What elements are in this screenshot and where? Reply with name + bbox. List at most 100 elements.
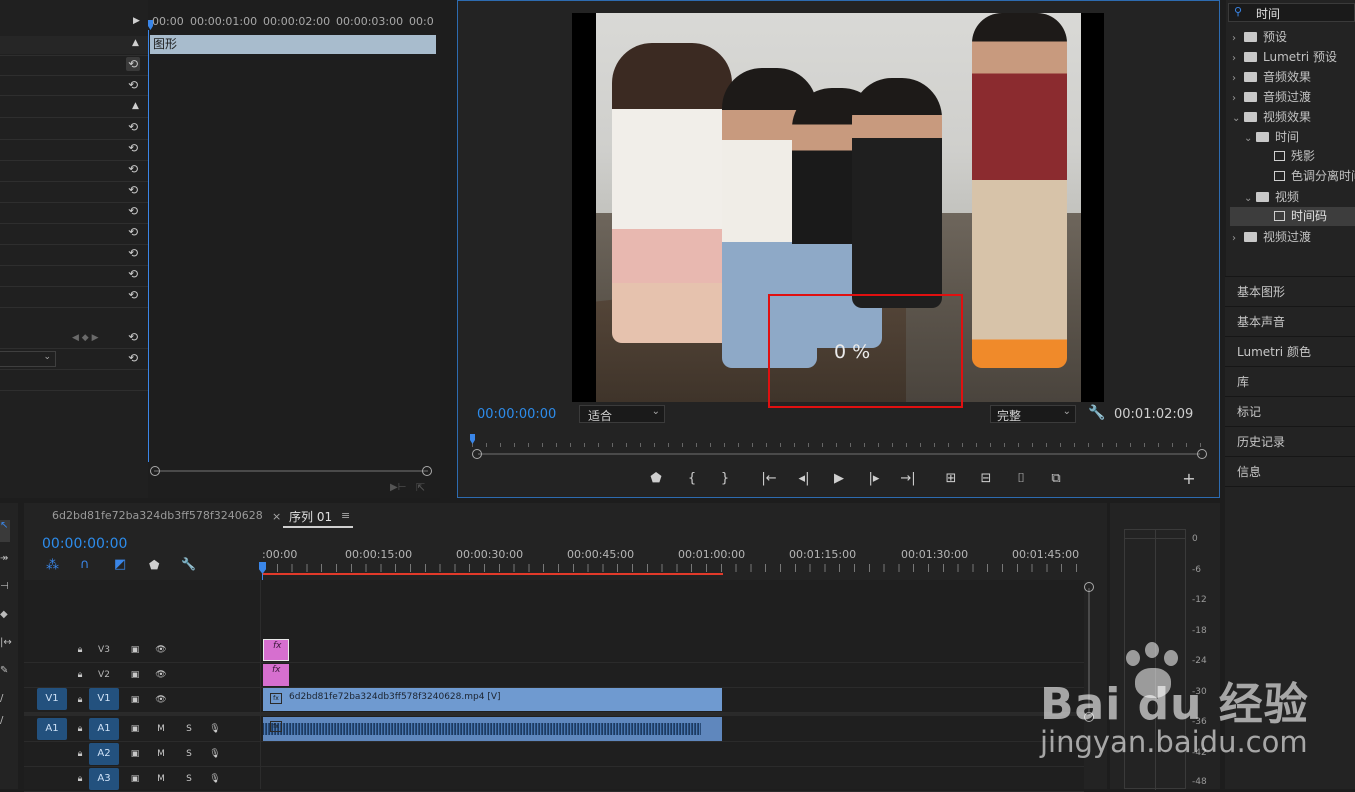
effects-search-field[interactable]: ⚲ 时间 xyxy=(1228,3,1355,22)
mark-in-icon[interactable]: { xyxy=(681,470,703,488)
track-v3[interactable]: 🔒︎ V3 ▣ 👁︎ xyxy=(24,638,1084,663)
tree-item-video[interactable]: ⌄ 视频 xyxy=(1244,187,1299,207)
reset-icon[interactable]: ⟲ xyxy=(126,162,140,176)
tree-item-posterize-time[interactable]: 色调分离时间 xyxy=(1274,166,1355,186)
step-back-icon[interactable]: ◂| xyxy=(793,470,815,488)
timeline-ruler-ticks[interactable] xyxy=(262,564,1082,572)
reset-icon[interactable]: ⟲ xyxy=(126,120,140,134)
lock-icon[interactable]: 🔒︎ xyxy=(74,638,86,662)
tree-item-timecode[interactable]: 时间码 xyxy=(1274,206,1327,226)
graphic-clip-bar[interactable]: 图形 xyxy=(150,35,436,54)
export-frame-icon[interactable]: ▶⊢ xyxy=(390,482,406,493)
reset-icon[interactable]: ⟲ xyxy=(126,141,140,155)
timeline-tab-sequence[interactable]: 序列 01 xyxy=(289,508,332,525)
share-icon[interactable]: ⇱ xyxy=(416,481,425,494)
track-target-a1[interactable]: A1 xyxy=(89,718,119,740)
quality-select[interactable]: 完整 ⌄ xyxy=(990,405,1076,423)
hand-tool-icon[interactable]: / xyxy=(0,693,3,704)
tree-item-time[interactable]: ⌄ 时间 xyxy=(1244,127,1299,147)
tree-item-echo[interactable]: 残影 xyxy=(1274,146,1315,166)
mute-button[interactable]: M xyxy=(154,717,168,741)
reset-icon[interactable]: ⟲ xyxy=(126,246,140,260)
collapse-arrow-icon[interactable]: ▲ xyxy=(132,38,139,48)
source-patch-v1[interactable]: V1 xyxy=(37,688,67,710)
extract-icon[interactable]: ⊟ xyxy=(975,470,997,488)
effect-group-header[interactable] xyxy=(0,36,148,54)
tree-item-video-transitions[interactable]: › 视频过渡 xyxy=(1232,227,1311,247)
tab-libraries[interactable]: 库 xyxy=(1225,366,1355,397)
eye-icon[interactable]: 👁︎ xyxy=(154,638,168,662)
collapse-arrow-icon[interactable]: ▲ xyxy=(132,101,139,111)
fit-select[interactable]: 适合 ⌄ xyxy=(579,405,665,423)
program-current-timecode[interactable]: 00:00:00:00 xyxy=(477,407,556,422)
lock-icon[interactable]: 🔒︎ xyxy=(74,663,86,687)
wrench-icon[interactable]: 🔧 xyxy=(181,557,196,571)
reset-icon[interactable]: ⟲ xyxy=(126,57,140,71)
add-button-icon[interactable]: + xyxy=(1178,470,1200,488)
sync-lock-icon[interactable]: ▣ xyxy=(128,767,142,791)
camera-icon[interactable]: ⌷ xyxy=(1010,470,1032,488)
wrench-icon[interactable]: 🔧 xyxy=(1088,405,1105,421)
tree-item-video-effects[interactable]: ⌄ 视频效果 xyxy=(1232,107,1311,127)
go-to-in-icon[interactable]: |← xyxy=(758,470,780,488)
sync-lock-icon[interactable]: ▣ xyxy=(128,717,142,741)
zoom-scrollbar[interactable] xyxy=(150,466,432,476)
reset-icon[interactable]: ⟲ xyxy=(126,204,140,218)
sync-lock-icon[interactable]: ▣ xyxy=(128,663,142,687)
video-clip-v1[interactable]: fx 6d2bd81fe72ba324db3ff578f3240628.mp4 … xyxy=(263,688,722,711)
tree-item-audio-transitions[interactable]: › 音频过渡 xyxy=(1232,87,1311,107)
razor-tool-icon[interactable]: ◆ xyxy=(0,609,8,620)
track-target-a3[interactable]: A3 xyxy=(89,768,119,790)
track-target-a2[interactable]: A2 xyxy=(89,743,119,765)
reset-icon[interactable]: ⟲ xyxy=(126,183,140,197)
ripple-tool-icon[interactable]: ⊣ xyxy=(0,581,9,592)
tab-history[interactable]: 历史记录 xyxy=(1225,426,1355,457)
snap-icon[interactable]: ∩ xyxy=(80,557,90,572)
tab-essential-sound[interactable]: 基本声音 xyxy=(1225,306,1355,337)
comparison-view-icon[interactable]: ⧉ xyxy=(1045,470,1067,488)
sync-lock-icon[interactable]: ▣ xyxy=(128,742,142,766)
sync-lock-icon[interactable]: ▣ xyxy=(128,638,142,662)
track-select-tool-icon[interactable]: ↠ xyxy=(0,553,8,564)
reset-icon[interactable]: ⟲ xyxy=(126,351,140,365)
expand-arrow-icon[interactable]: ▶ xyxy=(133,16,140,26)
microphone-icon[interactable]: 🎙︎ xyxy=(208,767,222,791)
reset-icon[interactable]: ⟲ xyxy=(126,225,140,239)
track-a2[interactable]: 🔒︎ A2 ▣ M S 🎙︎ xyxy=(24,742,1084,767)
audio-clip-a1[interactable]: fx xyxy=(263,717,722,741)
tab-essential-graphics[interactable]: 基本图形 xyxy=(1225,276,1355,307)
step-forward-icon[interactable]: |▸ xyxy=(863,470,885,488)
close-icon[interactable]: × xyxy=(272,510,281,523)
reset-icon[interactable]: ⟲ xyxy=(126,288,140,302)
source-patch-a1[interactable]: A1 xyxy=(37,718,67,740)
effect-mini-timeline[interactable] xyxy=(148,0,440,498)
add-marker-icon[interactable]: ⬟ xyxy=(149,558,159,572)
selection-tool-icon[interactable]: ↖ xyxy=(0,520,10,542)
microphone-icon[interactable]: 🎙︎ xyxy=(208,742,222,766)
tree-item-lumetri-presets[interactable]: › Lumetri 预设 xyxy=(1232,47,1337,67)
track-label[interactable]: V2 xyxy=(94,663,114,687)
blend-mode-select[interactable]: ⌄ xyxy=(0,351,56,367)
tab-info[interactable]: 信息 xyxy=(1225,456,1355,487)
timeline-current-timecode[interactable]: 00:00:00:00 xyxy=(42,536,127,552)
keyframe-nav-icon[interactable]: ◀ ◆ ▶ xyxy=(72,333,99,343)
track-v2[interactable]: 🔒︎ V2 ▣ 👁︎ xyxy=(24,663,1084,688)
text-tool-icon[interactable]: / xyxy=(0,715,3,726)
tree-item-presets[interactable]: › 预设 xyxy=(1232,27,1287,47)
lock-icon[interactable]: 🔒︎ xyxy=(74,767,86,791)
program-zoom-scrollbar[interactable] xyxy=(472,449,1207,459)
go-to-out-icon[interactable]: →| xyxy=(897,470,919,488)
track-label[interactable]: V3 xyxy=(94,638,114,662)
program-time-ruler[interactable] xyxy=(472,433,1202,447)
pen-tool-icon[interactable]: ✎ xyxy=(0,665,8,676)
eye-icon[interactable]: 👁︎ xyxy=(154,688,168,712)
graphic-clip-v2[interactable]: fx xyxy=(263,664,289,686)
lock-icon[interactable]: 🔒︎ xyxy=(74,688,86,712)
mark-out-icon[interactable]: } xyxy=(714,470,736,488)
reset-icon[interactable]: ⟲ xyxy=(126,330,140,344)
reset-icon[interactable]: ⟲ xyxy=(126,267,140,281)
eye-icon[interactable]: 👁︎ xyxy=(154,663,168,687)
mute-button[interactable]: M xyxy=(154,742,168,766)
mute-button[interactable]: M xyxy=(154,767,168,791)
lift-icon[interactable]: ⊞ xyxy=(940,470,962,488)
